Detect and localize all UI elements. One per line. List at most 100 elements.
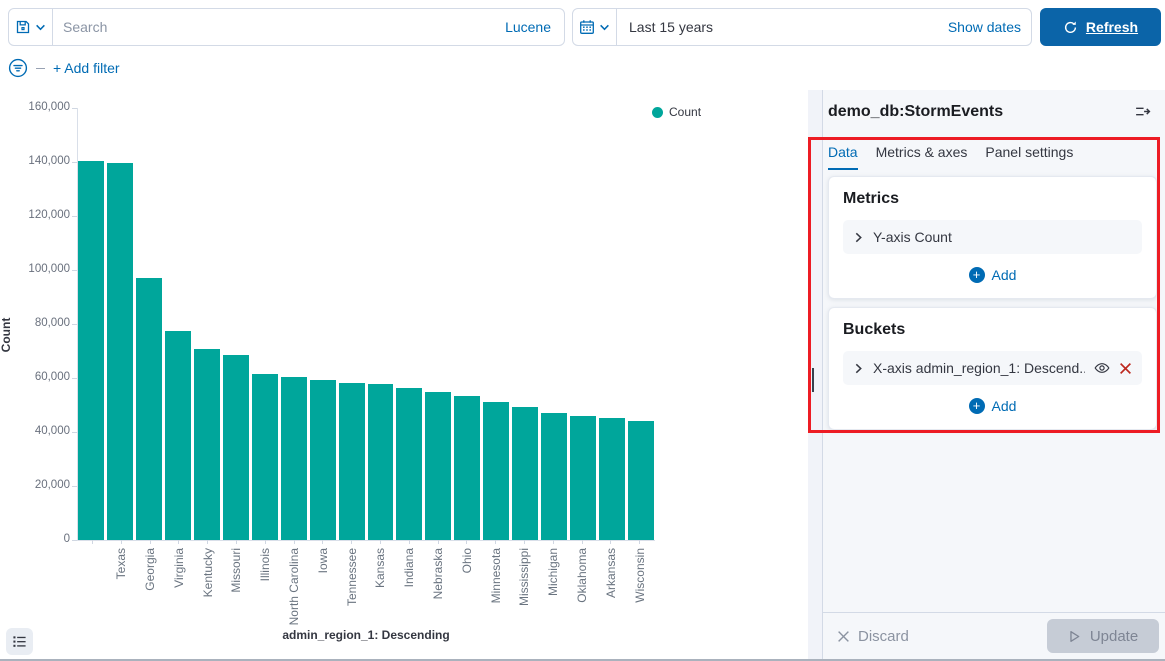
x-axis-accordion[interactable]: X-axis admin_region_1: Descend... [843, 351, 1142, 385]
x-tick-label: Missouri [230, 548, 242, 593]
chart-bar-Wisconsin[interactable] [628, 421, 654, 540]
y-tick-mark [72, 162, 77, 163]
chart-bar-Missouri[interactable] [223, 355, 249, 540]
chart-bar-Kentucky[interactable] [194, 349, 220, 540]
y-tick-mark [72, 108, 77, 109]
chart-bar-Texas[interactable] [107, 163, 133, 540]
chart-bar-Iowa[interactable] [310, 380, 336, 540]
x-tick-mark [265, 540, 266, 544]
red-x-icon [1119, 362, 1132, 375]
filter-bar: + Add filter [8, 56, 120, 80]
chart-bar-unlabeled[interactable] [78, 161, 104, 540]
options-sidebar: demo_db:StormEvents Data Metrics & axes … [822, 90, 1165, 661]
collapse-sidebar-button[interactable] [1132, 101, 1153, 122]
date-picker-button[interactable] [573, 9, 617, 45]
update-button[interactable]: Update [1047, 619, 1159, 653]
show-dates-button[interactable]: Show dates [948, 19, 1031, 35]
chart-bar-Georgia[interactable] [136, 278, 162, 540]
x-tick-label: Texas [115, 548, 127, 579]
x-tick-mark [92, 540, 93, 544]
x-tick-label: Wisconsin [634, 548, 646, 603]
x-tick-mark [639, 540, 640, 544]
legend-item-count[interactable]: Count [652, 105, 701, 119]
chevron-down-icon [35, 22, 46, 33]
discard-button[interactable]: Discard [837, 628, 909, 645]
chart-bar-Indiana[interactable] [396, 388, 422, 540]
refresh-button[interactable]: Refresh [1040, 8, 1161, 46]
x-tick-label: Arkansas [605, 548, 617, 598]
y-tick-mark [72, 540, 77, 541]
chevron-right-icon [853, 363, 864, 374]
chart-bar-Virginia[interactable] [165, 331, 191, 541]
index-pattern-title: demo_db:StormEvents [828, 103, 1003, 121]
chart-bar-Oklahoma[interactable] [570, 416, 596, 540]
x-tick-mark [466, 540, 467, 544]
filter-menu-button[interactable] [8, 58, 28, 78]
x-tick-mark [380, 540, 381, 544]
y-tick-label: 100,000 [0, 263, 70, 275]
y-tick-label: 160,000 [0, 101, 70, 113]
y-tick-label: 60,000 [0, 371, 70, 383]
x-tick-label: Virginia [173, 548, 185, 588]
buckets-add-button[interactable]: Add [843, 398, 1142, 414]
panel-resizer[interactable] [808, 90, 822, 661]
menu-right-icon [1134, 103, 1151, 120]
legend-toggle-button[interactable] [6, 628, 33, 655]
refresh-icon [1063, 20, 1078, 35]
y-axis-accordion[interactable]: Y-axis Count [843, 220, 1142, 254]
search-input[interactable] [53, 9, 505, 45]
saved-query-button[interactable] [9, 9, 53, 45]
metrics-card: Metrics Y-axis Count Add [828, 176, 1157, 299]
x-axis-title: admin_region_1: Descending [78, 628, 654, 642]
x-tick-label: North Carolina [288, 548, 300, 625]
sidebar-header: demo_db:StormEvents [823, 90, 1165, 133]
calendar-icon [579, 19, 595, 35]
chart-bar-Illinois[interactable] [252, 374, 278, 540]
x-tick-mark [409, 540, 410, 544]
chart-bar-Nebraska[interactable] [425, 392, 451, 540]
add-filter-link[interactable]: + Add filter [53, 60, 120, 76]
x-tick-label: Michigan [547, 548, 559, 596]
x-tick-mark [178, 540, 179, 544]
x-tick-label: Georgia [144, 548, 156, 591]
plus-circle-icon [969, 267, 985, 283]
chart-bar-Ohio[interactable] [454, 396, 480, 540]
x-tick-label: Minnesota [490, 548, 502, 603]
resize-grip [812, 368, 814, 392]
x-tick-label: Kansas [374, 548, 386, 588]
chart-bar-Minnesota[interactable] [483, 402, 509, 540]
date-picker-group: Last 15 years Show dates [572, 8, 1032, 46]
save-icon [15, 19, 31, 35]
chart-bar-Kansas[interactable] [368, 384, 394, 540]
chart-bar-Michigan[interactable] [541, 413, 567, 540]
x-tick-label: Kentucky [202, 548, 214, 597]
tab-metrics-axes[interactable]: Metrics & axes [876, 133, 968, 170]
y-tick-mark [72, 378, 77, 379]
tab-data[interactable]: Data [828, 133, 858, 170]
plus-circle-icon [969, 398, 985, 414]
toggle-visibility-button[interactable] [1094, 360, 1110, 376]
x-tick-label: Illinois [259, 548, 271, 581]
chart-bar-Arkansas[interactable] [599, 418, 625, 540]
legend-label: Count [669, 105, 701, 119]
eye-icon [1094, 360, 1110, 376]
y-tick-label: 120,000 [0, 209, 70, 221]
chart-bar-Tennessee[interactable] [339, 383, 365, 540]
chart-bar-Mississippi[interactable] [512, 407, 538, 540]
chart-bar-North Carolina[interactable] [281, 377, 307, 540]
y-tick-mark [72, 270, 77, 271]
buckets-card: Buckets X-axis admin_region_1: Descend..… [828, 307, 1157, 430]
close-icon [837, 630, 850, 643]
x-tick-label: Iowa [317, 548, 329, 573]
query-language-toggle[interactable]: Lucene [505, 19, 564, 35]
x-tick-mark [524, 540, 525, 544]
bucket-row-label: X-axis admin_region_1: Descend... [873, 360, 1085, 376]
metrics-add-button[interactable]: Add [843, 267, 1142, 283]
tab-panel-settings[interactable]: Panel settings [985, 133, 1073, 170]
x-tick-mark [438, 540, 439, 544]
x-tick-label: Indiana [403, 548, 415, 587]
sidebar-footer: Discard Update [823, 612, 1165, 659]
date-range-value[interactable]: Last 15 years [617, 19, 948, 35]
x-tick-mark [495, 540, 496, 544]
remove-bucket-button[interactable] [1119, 362, 1132, 375]
